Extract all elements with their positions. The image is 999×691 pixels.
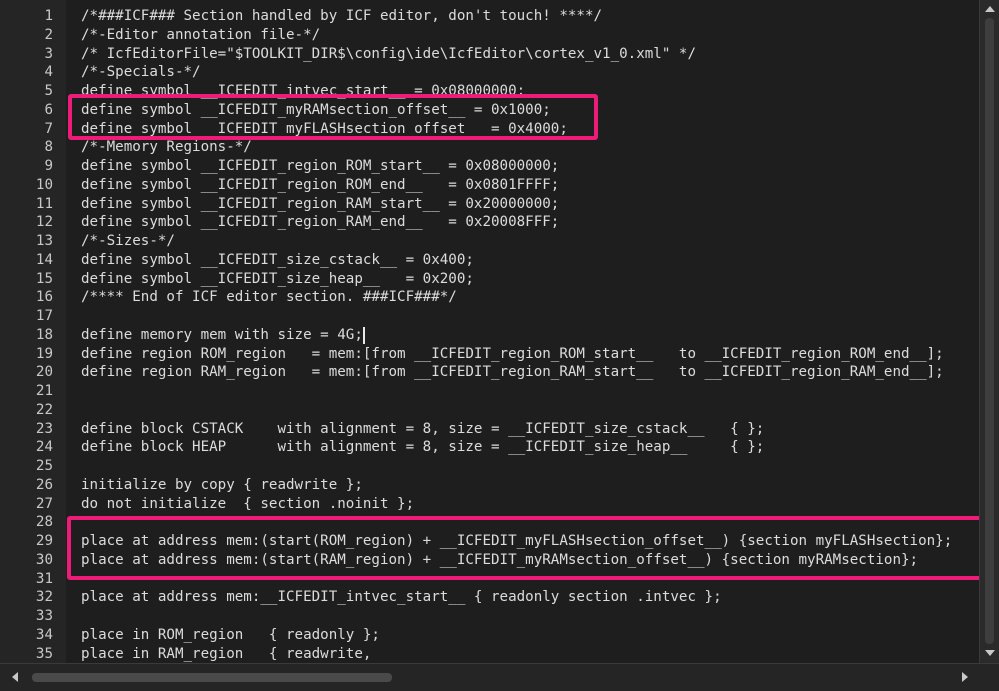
code-line[interactable]: define symbol __ICFEDIT_size_cstack__ = …: [81, 251, 474, 270]
vertical-scrollbar[interactable]: [979, 0, 999, 663]
code-line[interactable]: /*-Editor annotation file-*/: [81, 26, 320, 45]
line-number: 18: [35, 326, 53, 343]
highlight-box-offset-symbols: [68, 94, 598, 140]
code-line[interactable]: /*-Sizes-*/: [81, 232, 175, 251]
line-number: 17: [35, 308, 53, 324]
line-number: 15: [35, 270, 53, 287]
code-line[interactable]: /**** End of ICF editor section. ###ICF#…: [81, 288, 457, 307]
line-number: 19: [35, 345, 53, 362]
scroll-left-arrow-icon[interactable]: [12, 672, 18, 682]
code-line[interactable]: define symbol __ICFEDIT_region_ROM_start…: [81, 157, 559, 176]
code-line[interactable]: /*-Memory Regions-*/: [81, 138, 252, 157]
line-number: 34: [35, 626, 53, 643]
line-number: 32: [35, 589, 53, 606]
code-line[interactable]: define memory mem with size = 4G;: [81, 326, 363, 345]
code-line[interactable]: define symbol __ICFEDIT_size_heap__ = 0x…: [81, 270, 474, 289]
text-caret: [363, 326, 366, 344]
code-line[interactable]: place in ROM_region { readonly };: [81, 626, 380, 645]
code-line[interactable]: /*-Specials-*/: [81, 63, 201, 82]
line-number: 31: [35, 570, 53, 587]
scroll-right-arrow-icon[interactable]: [962, 672, 968, 682]
line-number: 14: [35, 251, 53, 268]
line-number: 10: [35, 176, 53, 193]
line-number: 33: [35, 608, 53, 624]
code-line[interactable]: define region RAM_region = mem:[from __I…: [81, 363, 944, 382]
highlight-box-place-at-address: [67, 516, 986, 580]
line-number: 11: [35, 195, 53, 212]
code-line[interactable]: define block HEAP with alignment = 8, si…: [81, 438, 764, 457]
line-number: 28: [35, 514, 53, 531]
line-number: 29: [35, 533, 53, 549]
scroll-down-arrow-icon[interactable]: [985, 650, 995, 656]
code-line[interactable]: place at address mem:__ICFEDIT_intvec_st…: [81, 588, 722, 607]
scroll-up-arrow-icon[interactable]: [985, 6, 995, 12]
line-number: 8: [44, 139, 53, 156]
line-number: 35: [35, 645, 53, 662]
line-number: 21: [35, 383, 53, 399]
code-line[interactable]: initialize by copy { readwrite };: [81, 476, 363, 495]
horizontal-scrollbar-thumb[interactable]: [32, 673, 392, 682]
line-number: 24: [35, 439, 53, 456]
code-line[interactable]: /*###ICF### Section handled by ICF edito…: [81, 7, 602, 26]
code-line[interactable]: /* IcfEditorFile="$TOOLKIT_DIR$\config\i…: [81, 45, 696, 64]
line-number: 30: [35, 551, 53, 568]
line-number: 27: [35, 495, 53, 512]
horizontal-scrollbar[interactable]: [0, 663, 979, 691]
line-number: 6: [44, 101, 53, 118]
line-number: 23: [35, 420, 53, 437]
line-number: 1: [44, 8, 53, 24]
code-line[interactable]: define block CSTACK with alignment = 8, …: [81, 420, 764, 439]
line-number: 13: [35, 233, 53, 249]
code-line[interactable]: define symbol __ICFEDIT_region_RAM_end__…: [81, 213, 559, 232]
line-number: 26: [35, 476, 53, 493]
code-line[interactable]: place in RAM_region { readwrite,: [81, 645, 371, 664]
line-number: 4: [44, 64, 53, 81]
code-line[interactable]: define symbol __ICFEDIT_region_ROM_end__…: [81, 176, 559, 195]
line-number: 16: [35, 289, 53, 306]
code-line[interactable]: define symbol __ICFEDIT_region_RAM_start…: [81, 195, 559, 214]
line-number: 9: [44, 158, 53, 174]
vertical-scrollbar-thumb[interactable]: [985, 18, 994, 644]
line-number: 12: [35, 214, 53, 231]
line-number: 25: [35, 458, 53, 474]
line-number: 20: [35, 364, 53, 381]
code-editor[interactable]: 1 2 3 4 5 6 7 8 9 10 11 12 13 14 15 16 17 18 19 20 21 22 23 24 2…: [0, 0, 999, 691]
line-number: 22: [35, 401, 53, 418]
line-number: 2: [44, 26, 53, 43]
line-number: 5: [44, 83, 53, 99]
line-number: 7: [44, 120, 53, 137]
code-line[interactable]: do not initialize { section .noinit };: [81, 495, 414, 514]
line-number-gutter: 1 2 3 4 5 6 7 8 9 10 11 12 13 14 15 16 17 18 19 20 21 22 23 24 2…: [0, 0, 67, 663]
code-line[interactable]: define region ROM_region = mem:[from __I…: [81, 345, 944, 364]
scrollbar-corner: [979, 663, 999, 691]
line-number: 3: [44, 45, 53, 62]
